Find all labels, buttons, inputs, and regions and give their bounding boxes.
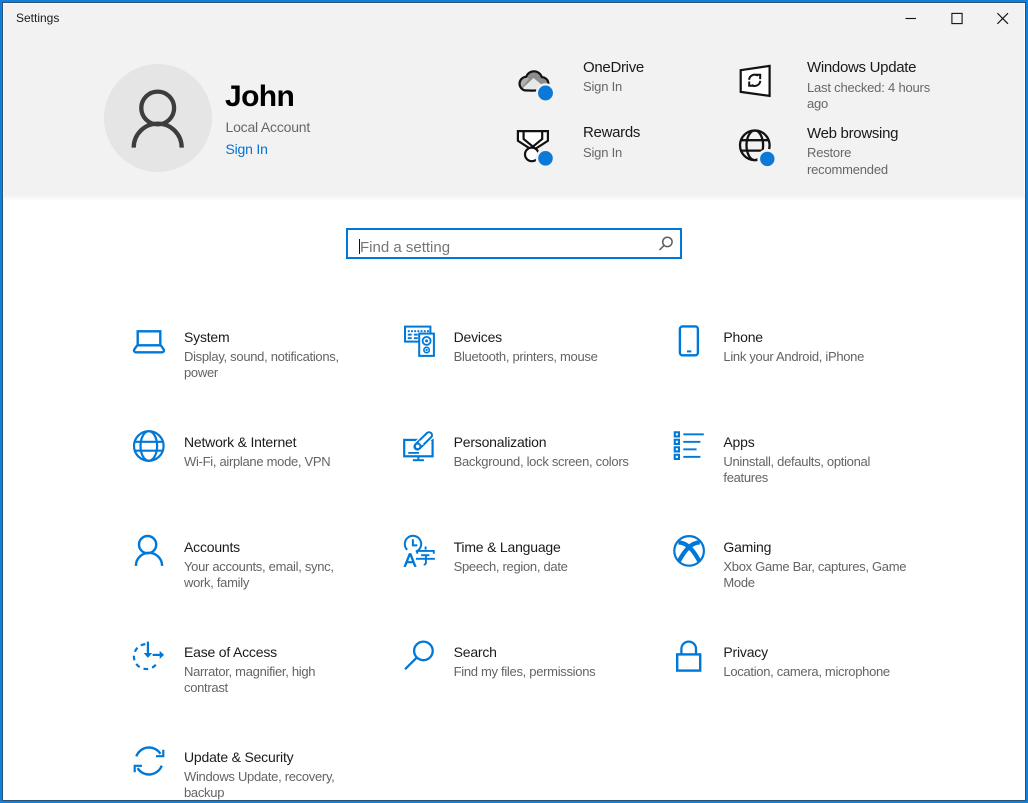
svg-text:A: A — [404, 550, 417, 571]
